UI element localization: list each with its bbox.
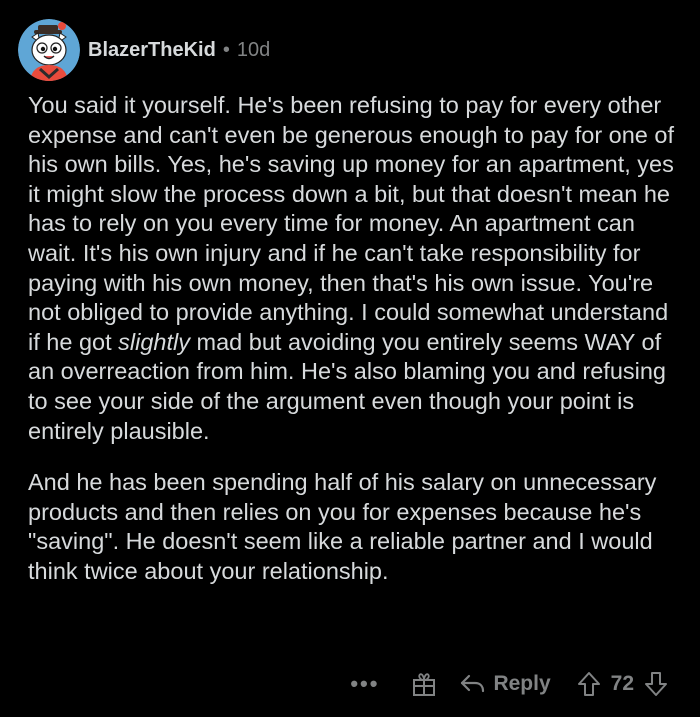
comment-actions: ••• Reply 72 xyxy=(350,664,668,704)
comment-paragraph-1: You said it yourself. He's been refusing… xyxy=(28,91,678,446)
award-button[interactable] xyxy=(411,671,437,697)
reply-button[interactable]: Reply xyxy=(459,672,551,696)
reply-label: Reply xyxy=(493,672,551,695)
username[interactable]: BlazerTheKid xyxy=(88,39,216,62)
comment-paragraph-2: And he has been spending half of his sal… xyxy=(28,469,657,584)
emphasized-text: slightly xyxy=(118,328,190,355)
avatar-image xyxy=(18,19,80,81)
gift-award-icon xyxy=(413,673,436,696)
more-options-button[interactable]: ••• xyxy=(350,673,379,695)
downvote-arrow-icon xyxy=(645,672,667,696)
comment-age: 10d xyxy=(236,38,271,61)
upvote-arrow-icon xyxy=(577,672,600,696)
comment-header: BlazerTheKid • 10d xyxy=(18,18,270,82)
upvote-button[interactable] xyxy=(577,671,601,697)
comment-text-segment: You said it yourself. He's been refusing… xyxy=(28,92,675,355)
downvote-button[interactable] xyxy=(644,671,668,697)
avatar[interactable] xyxy=(18,19,80,81)
meta-separator: • xyxy=(222,38,230,61)
comment-body: You said it yourself. He's been refusing… xyxy=(28,91,678,587)
comment-meta: BlazerTheKid • 10d xyxy=(88,39,270,62)
reply-arrow-icon xyxy=(461,674,485,693)
vote-score: 72 xyxy=(610,672,634,695)
